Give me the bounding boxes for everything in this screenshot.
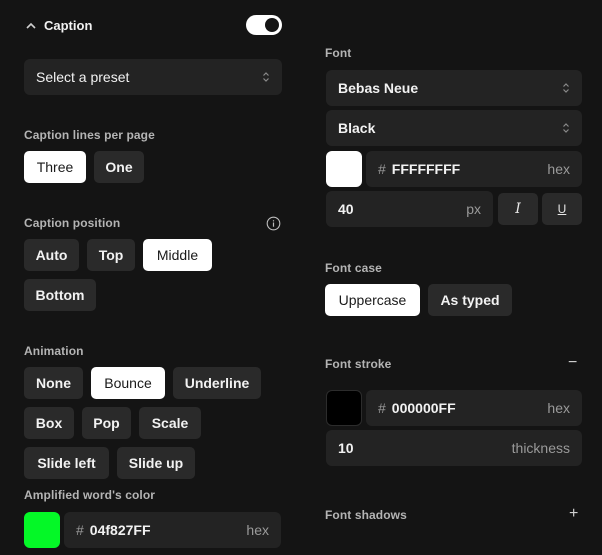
position-option-bottom[interactable]: Bottom [24, 279, 96, 311]
animation-option-box[interactable]: Box [24, 407, 74, 439]
hash-symbol: # [378, 400, 386, 416]
font-color-input[interactable]: # FFFFFFFF hex [366, 151, 582, 187]
plus-icon[interactable]: + [569, 505, 578, 523]
info-icon[interactable] [266, 216, 281, 231]
animation-option-bounce[interactable]: Bounce [91, 367, 165, 399]
minus-icon[interactable]: − [568, 354, 577, 372]
font-family-select[interactable]: Bebas Neue [326, 70, 582, 106]
font-size-input[interactable]: 40 px [326, 191, 493, 227]
position-option-auto[interactable]: Auto [24, 239, 79, 271]
preset-placeholder: Select a preset [36, 69, 130, 85]
chevron-updown-icon [562, 122, 570, 134]
font-case-uppercase[interactable]: Uppercase [325, 284, 420, 316]
animation-option-scale[interactable]: Scale [139, 407, 201, 439]
preset-select[interactable]: Select a preset [24, 59, 282, 95]
stroke-thickness-value: 10 [338, 440, 354, 456]
underline-icon: U [557, 202, 567, 216]
caption-position-label: Caption position [24, 216, 121, 230]
chevron-updown-icon [562, 82, 570, 94]
hex-suffix: hex [246, 522, 269, 538]
chevron-up-icon [26, 20, 36, 32]
font-size-value: 40 [338, 201, 354, 217]
chevron-updown-icon [262, 71, 270, 83]
lines-option-one[interactable]: One [94, 151, 144, 183]
stroke-thickness-input[interactable]: 10 thickness [326, 430, 582, 466]
animation-option-none[interactable]: None [24, 367, 83, 399]
animation-option-slide-up[interactable]: Slide up [117, 447, 195, 479]
caption-section-header[interactable]: Caption [26, 16, 92, 34]
amplified-color-label: Amplified word's color [24, 488, 156, 502]
toggle-knob [265, 18, 279, 32]
position-option-middle[interactable]: Middle [143, 239, 212, 271]
font-shadows-label: Font shadows [325, 508, 407, 522]
animation-option-slide-left[interactable]: Slide left [24, 447, 109, 479]
animation-label: Animation [24, 344, 84, 358]
hex-suffix: hex [547, 400, 570, 416]
font-case-label: Font case [325, 261, 382, 275]
italic-button[interactable]: I [498, 193, 538, 225]
font-color-value: FFFFFFFF [391, 161, 461, 177]
stroke-color-swatch[interactable] [326, 390, 362, 426]
amplified-color-input[interactable]: # 04f827FF hex [64, 512, 281, 548]
hex-suffix: hex [547, 161, 570, 177]
amplified-color-value: 04f827FF [89, 522, 151, 538]
hash-symbol: # [378, 161, 386, 177]
thickness-suffix: thickness [511, 440, 570, 456]
animation-option-pop[interactable]: Pop [82, 407, 131, 439]
position-option-top[interactable]: Top [87, 239, 135, 271]
font-weight-value: Black [338, 120, 376, 136]
caption-title: Caption [44, 17, 93, 33]
hash-symbol: # [76, 522, 84, 538]
stroke-color-input[interactable]: # 000000FF hex [366, 390, 582, 426]
font-stroke-label: Font stroke [325, 357, 392, 371]
underline-button[interactable]: U [542, 193, 582, 225]
font-family-value: Bebas Neue [338, 80, 419, 96]
font-case-as-typed[interactable]: As typed [428, 284, 512, 316]
caption-toggle[interactable] [246, 15, 282, 35]
stroke-color-value: 000000FF [391, 400, 456, 416]
px-suffix: px [466, 201, 481, 217]
lines-option-three[interactable]: Three [24, 151, 86, 183]
animation-option-underline[interactable]: Underline [173, 367, 261, 399]
font-label: Font [325, 46, 352, 60]
font-color-swatch[interactable] [326, 151, 362, 187]
lines-per-page-label: Caption lines per page [24, 128, 155, 142]
font-weight-select[interactable]: Black [326, 110, 582, 146]
amplified-color-swatch[interactable] [24, 512, 60, 548]
italic-icon: I [515, 201, 521, 217]
